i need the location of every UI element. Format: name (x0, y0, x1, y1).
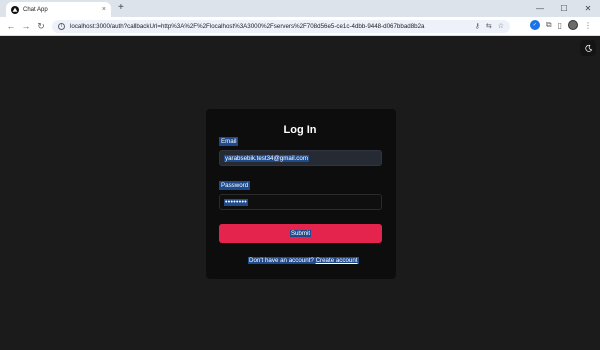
moon-icon (584, 44, 592, 52)
profile-avatar[interactable] (568, 20, 578, 30)
close-window-button[interactable]: ✕ (576, 0, 600, 17)
site-info-icon[interactable]: i (58, 23, 65, 30)
address-bar[interactable]: i localhost:3000/auth?callbackUrl=http%3… (52, 20, 510, 33)
page-title: Log In (283, 124, 317, 136)
back-button[interactable]: ← (5, 20, 17, 32)
new-tab-button[interactable]: + (118, 2, 124, 14)
signup-prompt-text: Don't have an account? (249, 257, 314, 264)
minimize-button[interactable]: — (528, 0, 552, 17)
submit-button[interactable]: Submit (219, 224, 382, 243)
app-favicon-icon (11, 5, 19, 14)
browser-toolbar: ← → ↻ i localhost:3000/auth?callbackUrl=… (0, 17, 600, 36)
password-label: Password (219, 181, 251, 190)
maximize-button[interactable]: ☐ (552, 0, 576, 17)
side-panel-icon[interactable]: ▯ (558, 21, 562, 30)
menu-kebab-icon[interactable]: ⋮ (584, 21, 592, 30)
signup-prompt: Don't have an account? Create account (248, 257, 359, 264)
theme-toggle-button[interactable] (580, 40, 596, 56)
email-value: yarabsebik.test34@gmail.com (224, 154, 309, 162)
tab-chat-app[interactable]: Chat App × (6, 2, 111, 17)
window-controls: — ☐ ✕ (528, 0, 600, 17)
email-label: Email (219, 137, 239, 146)
extensions-puzzle-icon[interactable]: ⧉ (546, 20, 552, 30)
tab-title: Chat App (23, 6, 48, 13)
password-value: •••••••• (224, 198, 249, 206)
tab-strip: Chat App × + — ☐ ✕ (0, 0, 600, 17)
password-field[interactable]: •••••••• (219, 194, 382, 210)
translate-icon[interactable]: ⇆ (486, 23, 492, 30)
reload-button[interactable]: ↻ (35, 20, 47, 32)
email-field[interactable]: yarabsebik.test34@gmail.com (219, 150, 382, 166)
key-icon[interactable]: ⚷ (475, 23, 480, 30)
forward-button[interactable]: → (20, 20, 32, 32)
extension-icon[interactable]: ✓ (529, 20, 540, 30)
star-icon[interactable]: ☆ (498, 23, 504, 30)
tab-close-icon[interactable]: × (102, 6, 106, 13)
submit-label: Submit (289, 230, 312, 237)
create-account-link[interactable]: Create account (316, 257, 358, 264)
url-text[interactable]: localhost:3000/auth?callbackUrl=http%3A%… (70, 23, 475, 30)
